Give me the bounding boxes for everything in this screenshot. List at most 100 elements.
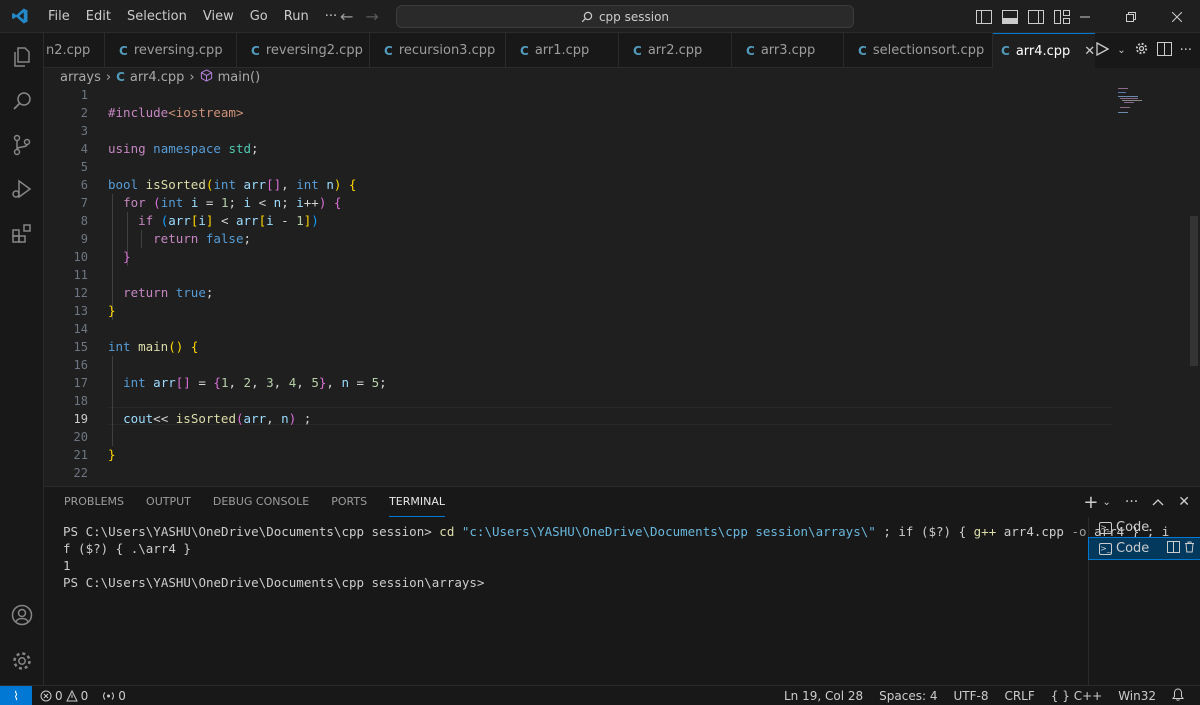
tab-terminal[interactable]: TERMINAL [389,487,445,517]
minimap[interactable] [1118,86,1148,116]
breadcrumb-folder[interactable]: arrays [60,70,101,85]
more-actions-icon[interactable]: ··· [1125,494,1138,510]
layout-controls [975,0,1071,33]
tab-arr2[interactable]: Carr2.cpp [619,33,732,68]
tab-debug-console[interactable]: DEBUG CONSOLE [213,487,309,517]
tab-reversing[interactable]: Creversing.cpp [105,33,237,68]
terminal-icon: >_ [1099,521,1112,534]
tab-arr1[interactable]: Carr1.cpp [506,33,619,68]
terminal-instance-selected[interactable]: >_ Code [1088,537,1200,560]
run-file-icon[interactable] [1095,41,1110,60]
restore-icon[interactable] [1108,0,1154,33]
run-dropdown-chevron-icon[interactable]: ⌄ [1117,45,1125,56]
more-actions-icon[interactable]: ··· [1180,43,1192,58]
toggle-primary-sidebar-icon[interactable] [975,8,993,26]
menu-go[interactable]: Go [242,0,276,33]
run-and-debug-icon[interactable] [0,167,44,211]
menu-run[interactable]: Run [276,0,317,33]
toggle-panel-icon[interactable] [1001,8,1019,26]
line-number: 16 [73,358,88,372]
split-editor-icon[interactable] [1156,41,1172,60]
menu-selection[interactable]: Selection [119,0,195,33]
terminal-prompt: PS C:\Users\YASHU\OneDrive\Documents\cpp… [63,524,440,539]
code-editor[interactable]: 1 2 3 4 5 6 7 8 9 10 11 12 13 14 15 16 1… [44,86,1188,486]
tab-problems[interactable]: PROBLEMS [64,487,124,517]
scrollbar-thumb[interactable] [1190,216,1198,366]
indent-guide [112,356,113,446]
end-of-line[interactable]: CRLF [1004,689,1034,703]
ports-status[interactable]: 0 [102,689,126,703]
tab-ports[interactable]: PORTS [331,487,367,517]
source-control-icon[interactable] [0,123,44,167]
tab-reversing2[interactable]: Creversing2.cpp [237,33,370,68]
terminal-output[interactable]: PS C:\Users\YASHU\OneDrive\Documents\cpp… [63,523,1169,591]
tab-label: reversing.cpp [133,43,223,58]
minimize-icon[interactable] [1062,0,1108,33]
cpp-file-icon: C [633,43,642,58]
cpp-file-icon: C [251,43,260,58]
maximize-panel-chevron-up-icon[interactable] [1152,494,1164,510]
close-tab-icon[interactable]: ✕ [1084,44,1095,59]
cursor-position[interactable]: Ln 19, Col 28 [784,689,863,703]
settings-gear-icon[interactable] [0,639,44,683]
chevron-right-icon: › [105,69,112,85]
ports-count: 0 [118,688,126,703]
command-center-search[interactable]: cpp session [396,5,854,28]
broadcast-icon [103,691,115,700]
tab-n2[interactable]: n2.cpp [44,33,105,68]
window-controls [1062,0,1200,33]
toggle-secondary-sidebar-icon[interactable] [1027,8,1045,26]
menu-edit[interactable]: Edit [78,0,119,33]
tab-label: arr3.cpp [760,43,816,58]
forward-arrow-icon[interactable]: → [365,7,378,26]
status-left: 0 0 0 [32,689,126,703]
line-number: 7 [80,196,88,210]
line-number-current: 19 [73,412,88,426]
line-number: 13 [73,304,88,318]
indentation[interactable]: Spaces: 4 [879,689,937,703]
terminal-list: >_ Code >_ Code [1088,517,1200,686]
terminal-path: "c:\Users\YASHU\OneDrive\Documents\cpp s… [461,524,876,539]
tab-arr3[interactable]: Carr3.cpp [732,33,844,68]
language-mode[interactable]: { } C++ [1051,689,1102,703]
tab-output[interactable]: OUTPUT [146,487,191,517]
code-line-9: return false; [153,231,252,246]
remote-indicator-icon[interactable]: ⌇ [0,685,32,705]
tab-recursion3[interactable]: Crecursion3.cpp [370,33,506,68]
status-right: Ln 19, Col 28 Spaces: 4 UTF-8 CRLF { } C… [784,686,1184,705]
new-terminal-plus-icon[interactable]: + [1083,492,1098,513]
close-panel-icon[interactable]: ✕ [1178,494,1190,510]
line-number: 15 [73,340,88,354]
line-number: 2 [80,106,88,120]
code-line-13: } [108,303,116,318]
close-window-icon[interactable] [1154,0,1200,33]
split-terminal-icon[interactable] [1167,540,1181,557]
menu-file[interactable]: File [40,0,78,33]
terminal-instance[interactable]: >_ Code [1089,517,1200,538]
menu-view[interactable]: View [195,0,242,33]
tab-arr4[interactable]: Carr4.cpp ✕ [993,33,1105,68]
breadcrumb-symbol[interactable]: main() [218,70,261,85]
search-sidebar-icon[interactable] [0,79,44,123]
line-number: 22 [73,466,88,480]
line-number: 17 [73,376,88,390]
tab-label: reversing2.cpp [265,43,363,58]
problems-status[interactable]: 0 0 [40,689,88,703]
back-arrow-icon[interactable]: ← [340,7,353,26]
explorer-icon[interactable] [0,35,44,79]
extensions-icon[interactable] [0,211,44,255]
accounts-icon[interactable] [0,593,44,637]
terminal-line: PS C:\Users\YASHU\OneDrive\Documents\cpp… [63,575,485,590]
breadcrumb-file[interactable]: arr4.cpp [130,70,184,85]
tab-label: n2.cpp [46,43,91,58]
editor-scrollbar[interactable] [1188,86,1200,486]
trash-icon[interactable] [1184,541,1195,557]
encoding[interactable]: UTF-8 [953,689,988,703]
gear-icon[interactable] [1134,41,1149,60]
tab-selectionsort[interactable]: Cselectionsort.cpp [844,33,993,68]
notifications-bell-icon[interactable] [1172,688,1184,704]
platform[interactable]: Win32 [1118,689,1156,703]
terminal-dropdown-chevron-icon[interactable]: ⌄ [1103,497,1111,508]
code-line-2: #include<iostream> [108,105,244,120]
line-number: 14 [73,322,88,336]
